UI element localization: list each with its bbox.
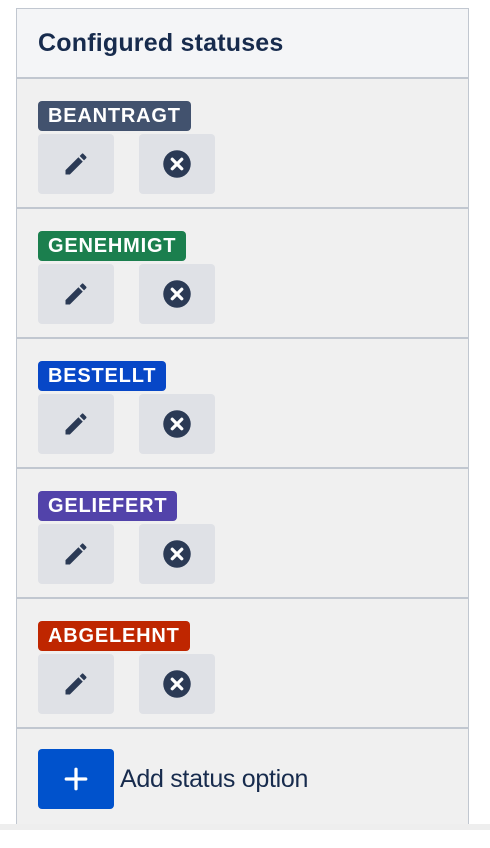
edit-status-button[interactable] bbox=[38, 524, 114, 584]
status-row: GELIEFERT bbox=[17, 469, 468, 599]
pencil-icon bbox=[65, 283, 87, 305]
edit-status-button[interactable] bbox=[38, 654, 114, 714]
status-lozenge: GELIEFERT bbox=[38, 491, 178, 521]
status-lozenge: ABGELEHNT bbox=[38, 621, 190, 651]
edit-status-button[interactable] bbox=[38, 394, 114, 454]
close-circle-icon bbox=[163, 670, 191, 698]
status-lozenge: BESTELLT bbox=[38, 361, 167, 391]
status-lozenge: GENEHMIGT bbox=[38, 231, 187, 261]
add-status-row: Add status option bbox=[17, 729, 468, 823]
remove-status-button[interactable] bbox=[139, 394, 215, 454]
add-status-label[interactable]: Add status option bbox=[120, 749, 308, 809]
status-row: GENEHMIGT bbox=[17, 209, 468, 339]
configured-statuses-panel: Configured statuses BEANTRAGT GENEHMIGT … bbox=[16, 8, 469, 824]
close-circle-icon bbox=[163, 150, 191, 178]
close-circle-icon bbox=[163, 410, 191, 438]
panel-title: Configured statuses bbox=[38, 28, 284, 57]
status-row: ABGELEHNT bbox=[17, 599, 468, 729]
add-status-button[interactable] bbox=[38, 749, 114, 809]
plus-icon bbox=[64, 767, 88, 791]
pencil-icon bbox=[65, 543, 87, 565]
close-circle-icon bbox=[163, 280, 191, 308]
status-row: BEANTRAGT bbox=[17, 79, 468, 209]
remove-status-button[interactable] bbox=[139, 524, 215, 584]
status-lozenge: BEANTRAGT bbox=[38, 101, 191, 131]
remove-status-button[interactable] bbox=[139, 654, 215, 714]
edit-status-button[interactable] bbox=[38, 134, 114, 194]
remove-status-button[interactable] bbox=[139, 134, 215, 194]
status-row: BESTELLT bbox=[17, 339, 468, 469]
pencil-icon bbox=[65, 413, 87, 435]
pencil-icon bbox=[65, 673, 87, 695]
edit-status-button[interactable] bbox=[38, 264, 114, 324]
close-circle-icon bbox=[163, 540, 191, 568]
panel-header: Configured statuses bbox=[17, 9, 468, 79]
remove-status-button[interactable] bbox=[139, 264, 215, 324]
pencil-icon bbox=[65, 153, 87, 175]
page-bottom-edge bbox=[0, 824, 490, 830]
